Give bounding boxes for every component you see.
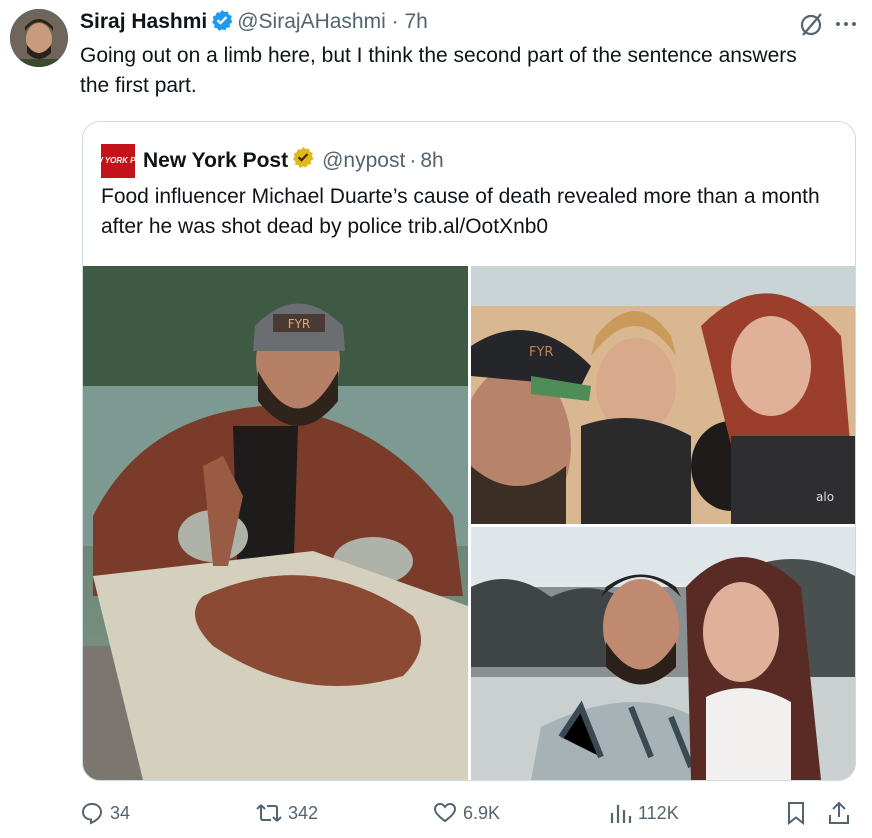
like-icon xyxy=(433,801,457,825)
author-name[interactable]: Siraj Hashmi xyxy=(80,10,207,33)
repost-button[interactable]: 342 xyxy=(256,798,318,828)
views-count: 112K xyxy=(638,802,679,823)
photo-family-selfie[interactable]: FYR alo xyxy=(471,266,855,524)
share-icon xyxy=(828,801,850,825)
quoted-author-name[interactable]: New York Post xyxy=(143,146,288,176)
photo-man-with-fish[interactable]: FYR xyxy=(83,266,468,780)
reply-count: 34 xyxy=(110,802,131,823)
tweet-text: Going out on a limb here, but I think th… xyxy=(80,44,797,97)
views-button[interactable]: 112K xyxy=(610,798,679,828)
tweet-header: Siraj Hashmi @SirajAHashmi · 7h xyxy=(80,8,428,39)
views-icon xyxy=(610,801,632,825)
author-handle[interactable]: @SirajAHashmi xyxy=(237,10,386,33)
reply-icon xyxy=(80,801,104,825)
bookmark-button[interactable] xyxy=(785,798,807,828)
reply-button[interactable]: 34 xyxy=(80,798,130,828)
share-button[interactable] xyxy=(828,798,850,828)
like-button[interactable]: 6.9K xyxy=(433,798,500,828)
quoted-header: NEW YORK POST New York Post @nypost · 8h xyxy=(84,144,444,178)
grok-icon[interactable] xyxy=(798,10,826,43)
tweet-time[interactable]: 7h xyxy=(404,10,427,33)
verified-badge-icon xyxy=(211,9,233,39)
quoted-text: Food influencer Michael Duarte’s cause o… xyxy=(101,185,820,238)
quoted-handle[interactable]: @nypost xyxy=(322,146,405,176)
more-icon[interactable] xyxy=(834,12,858,41)
nypost-logo: NEW YORK POST xyxy=(84,144,152,178)
like-count: 6.9K xyxy=(463,802,501,823)
shirt-logo: alo xyxy=(816,490,834,504)
quoted-time[interactable]: 8h xyxy=(420,146,443,176)
bookmark-icon xyxy=(785,801,807,825)
quoted-tweet[interactable]: NEW YORK POST New York Post @nypost · 8h… xyxy=(82,121,856,781)
photo-couple-beach[interactable] xyxy=(471,527,855,780)
repost-count: 342 xyxy=(288,802,319,823)
verified-gold-badge-icon xyxy=(292,146,314,177)
tweet-top-icons xyxy=(798,10,858,43)
repost-icon xyxy=(256,801,282,825)
avatar[interactable] xyxy=(10,9,68,67)
cap-logo-1: FYR xyxy=(288,317,311,331)
action-bar: 34 342 6.9K 112K xyxy=(80,798,860,828)
cap-logo-2: FYR xyxy=(529,345,553,360)
